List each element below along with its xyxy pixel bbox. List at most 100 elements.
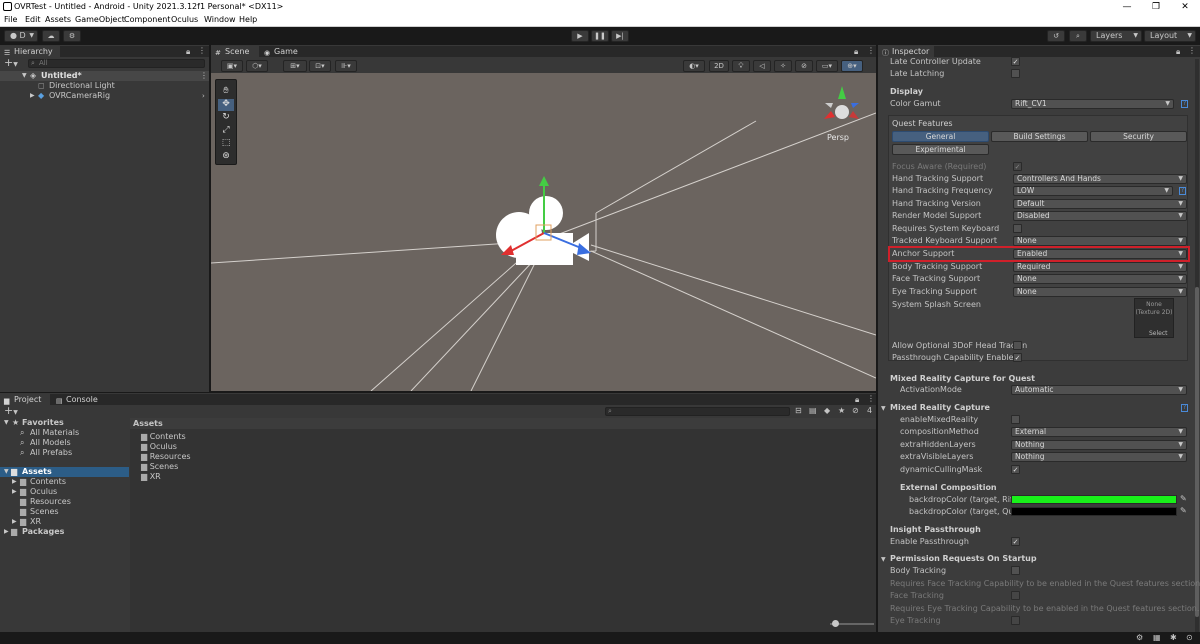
account-dropdown[interactable]: ● D ▼ [4, 30, 38, 42]
eye-tracking-support-dropdown[interactable]: None ▼ [1013, 287, 1187, 297]
hand-tracking-version-dropdown[interactable]: Default ▼ [1013, 199, 1187, 209]
tab-console[interactable]: ▤ Console [52, 394, 100, 405]
enable-passthrough-checkbox[interactable]: ✓ [1011, 537, 1020, 546]
bug-icon[interactable]: ✱ [1170, 633, 1177, 642]
menu-oculus[interactable]: Oculus [171, 15, 198, 24]
tab-inspector[interactable]: ⓘ Inspector [878, 46, 934, 57]
cache-icon[interactable]: ▦ [1153, 633, 1161, 642]
gizmos-dropdown[interactable]: ⊕▾ [841, 60, 863, 72]
rect-tool[interactable]: ⬚ [218, 138, 234, 150]
play-button[interactable]: ▶ [571, 30, 589, 42]
tab-security[interactable]: Security [1090, 131, 1187, 142]
list-item[interactable]: ▆ Resources [141, 452, 191, 462]
snap-dropdown[interactable]: ⊡▾ [309, 60, 331, 72]
notification-icon[interactable]: ⊙ [1186, 633, 1193, 642]
pause-button[interactable]: ❚❚ [591, 30, 609, 42]
more-options-icon[interactable]: ⋮ [198, 46, 206, 55]
maximize-button[interactable]: ❐ [1141, 0, 1171, 14]
list-item[interactable]: ▶ ▆ Contents [0, 477, 129, 487]
visible-layers-dropdown[interactable]: Nothing ▼ [1011, 452, 1187, 462]
search-button[interactable]: ⌕ [1069, 30, 1087, 42]
inspector-scroll-thumb[interactable] [1195, 287, 1199, 617]
face-tracking-support-dropdown[interactable]: None ▼ [1013, 274, 1187, 284]
eyedropper-icon[interactable]: ✎ [1180, 494, 1187, 503]
packages-row[interactable]: ▶ ▆ Packages [0, 527, 129, 537]
menu-file[interactable]: File [4, 15, 17, 24]
list-item[interactable]: ◻ Directional Light [0, 81, 209, 91]
tab-game[interactable]: ◉ Game [260, 46, 304, 57]
list-item[interactable]: ▆ Scenes [141, 462, 178, 472]
help-icon[interactable]: ? [1181, 100, 1188, 108]
assets-row[interactable]: ▼ ▆ Assets [0, 467, 129, 477]
menu-window[interactable]: Window [204, 15, 236, 24]
cloud-button[interactable]: ☁ [42, 30, 60, 42]
orientation-gizmo[interactable] [824, 86, 859, 119]
camera-dropdown[interactable]: ▭▾ [816, 60, 838, 72]
more-options-icon[interactable]: ⋮ [200, 71, 208, 81]
star-icon[interactable]: ★ [838, 406, 845, 415]
render-mode-dropdown[interactable]: ◐▾ [683, 60, 705, 72]
progress-icon[interactable]: ⚙ [1136, 633, 1143, 642]
toggle-2d-button[interactable]: 2D [709, 60, 729, 72]
draw-mode-dropdown[interactable]: ▣▾ [221, 60, 243, 72]
splash-select-button[interactable]: Select [1149, 330, 1168, 337]
project-search-input[interactable]: ⌕ [605, 407, 790, 416]
transform-tool[interactable]: ⊛ [218, 151, 234, 163]
list-item[interactable]: ▆ Resources [0, 497, 129, 507]
composition-method-dropdown[interactable]: External ▼ [1011, 427, 1187, 437]
layout-dropdown[interactable]: Layout ▼ [1144, 30, 1196, 42]
list-item[interactable]: ⌕ All Models [0, 438, 129, 448]
persp-label[interactable]: Persp [827, 133, 849, 142]
backdrop-rift-color-field[interactable] [1011, 495, 1177, 504]
more-options-icon[interactable]: ⋮ [1188, 46, 1196, 55]
menu-gameobject[interactable]: GameObject [75, 15, 125, 24]
tag-icon[interactable]: ◆ [824, 406, 830, 415]
add-button[interactable]: +▼ [4, 57, 18, 70]
requires-keyboard-checkbox[interactable] [1013, 224, 1022, 233]
list-item[interactable]: ⌕ All Prefabs [0, 448, 129, 458]
zoom-slider-handle[interactable] [832, 620, 839, 627]
lock-icon[interactable]: 🔒︎ [1176, 47, 1180, 57]
hidden-layers-dropdown[interactable]: Nothing ▼ [1011, 440, 1187, 450]
add-asset-button[interactable]: +▼ [4, 405, 18, 418]
hidden-packages-icon[interactable]: ⊘ [852, 406, 859, 415]
color-gamut-dropdown[interactable]: Rift_CV1 ▼ [1011, 99, 1174, 109]
increment-snap-dropdown[interactable]: ⊪▾ [335, 60, 357, 72]
culling-mask-checkbox[interactable]: ✓ [1011, 465, 1020, 474]
favorites-row[interactable]: ▼ ★ Favorites [0, 418, 129, 428]
hand-tracking-support-dropdown[interactable]: Controllers And Hands ▼ [1013, 174, 1187, 184]
tab-scene[interactable]: # Scene [211, 46, 259, 57]
step-button[interactable]: ▶| [611, 30, 629, 42]
splash-texture-field[interactable]: None (Texture 2D) Select [1134, 298, 1174, 338]
shading-dropdown[interactable]: ⬡▾ [246, 60, 268, 72]
menu-edit[interactable]: Edit [25, 15, 41, 24]
tab-build-settings[interactable]: Build Settings [991, 131, 1088, 142]
passthrough-capability-checkbox[interactable]: ✓ [1013, 353, 1022, 362]
hierarchy-search-input[interactable]: ⌕ All [28, 59, 205, 68]
list-item[interactable]: ▆ Contents [141, 432, 186, 442]
list-item[interactable]: ▆ Oculus [141, 442, 177, 452]
minimize-button[interactable]: — [1112, 0, 1142, 14]
help-icon[interactable]: ? [1181, 404, 1188, 412]
rotate-tool[interactable]: ↻ [218, 112, 234, 124]
chevron-down-icon[interactable]: ▼ [881, 556, 886, 563]
breadcrumb-assets[interactable]: Assets [133, 419, 163, 428]
list-item[interactable]: ▶ ▆ Oculus [0, 487, 129, 497]
close-button[interactable]: ✕ [1170, 0, 1200, 14]
render-model-support-dropdown[interactable]: Disabled ▼ [1013, 211, 1187, 221]
scene-viewport[interactable]: Persp ✋︎ ✥ ↻ ⤢ ⬚ ⊛ [211, 73, 876, 391]
lock-icon[interactable]: 🔒︎ [186, 47, 190, 57]
help-icon[interactable]: ? [1179, 187, 1186, 195]
late-latching-checkbox[interactable] [1011, 69, 1020, 78]
list-item[interactable]: ▶ ▆ XR [0, 517, 129, 527]
list-item[interactable]: ▶ ◆ OVRCameraRig › [0, 91, 209, 101]
tracked-keyboard-dropdown[interactable]: None ▼ [1013, 236, 1187, 246]
body-tracking-checkbox[interactable] [1011, 566, 1020, 575]
lock-icon[interactable]: 🔒︎ [854, 47, 858, 57]
scene-row[interactable]: ▼ ◈ Untitled* ⋮ [0, 71, 209, 81]
scale-tool[interactable]: ⤢ [218, 125, 234, 137]
allow-3dof-checkbox[interactable] [1013, 341, 1022, 350]
tab-general[interactable]: General [892, 131, 989, 142]
more-options-icon[interactable]: ⋮ [867, 46, 875, 55]
menu-assets[interactable]: Assets [45, 15, 71, 24]
